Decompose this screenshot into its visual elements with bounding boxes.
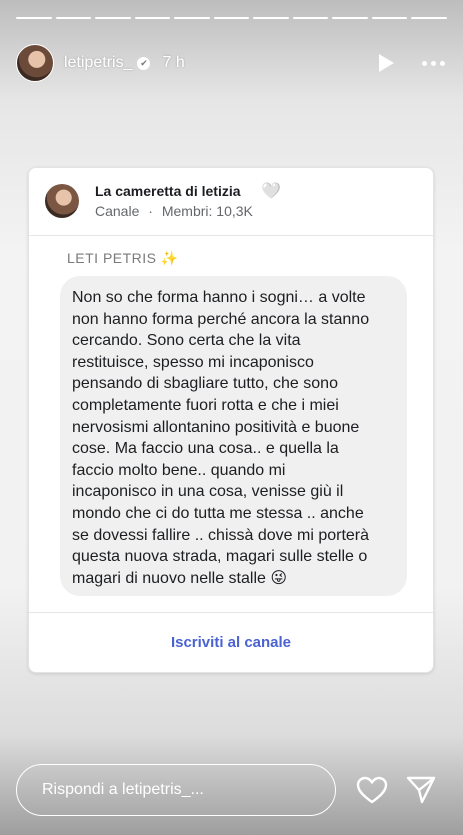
channel-title: La cameretta di letizia [95,183,241,199]
channel-post-card[interactable]: La cameretta di letizia 🤍 Canale · Membr… [28,167,434,673]
progress-segment [213,17,250,19]
progress-segment [253,17,289,19]
progress-segment [16,17,52,19]
meta-separator: · [148,203,153,219]
more-icon[interactable] [422,60,445,66]
progress-segment [371,17,408,19]
send-icon[interactable] [405,775,437,805]
channel-type: Canale [95,203,140,219]
verified-badge-icon: ✔ [137,56,151,70]
post-time: 7 h [162,54,185,71]
story-progress-bar [16,17,448,19]
progress-segment [292,17,329,19]
progress-segment [55,17,92,19]
channel-members: Membri: 10,3K [161,203,253,219]
story-header: letipetris_ ✔ 7 h [16,43,447,83]
profile-avatar[interactable] [16,44,54,82]
message-sender: LETI PETRIS ✨ [67,250,179,267]
message-text: Non so che forma hanno i sogni… a volte … [72,289,370,587]
progress-segment [95,17,131,19]
username[interactable]: letipetris_ [64,54,132,72]
heart-icon[interactable] [356,776,388,804]
divider [29,612,433,613]
divider [29,235,433,236]
white-heart-icon: 🤍 [261,183,281,200]
reply-placeholder: Rispondi a letipetris_... [42,781,204,798]
reply-input[interactable]: Rispondi a letipetris_... [16,764,336,816]
message-bubble: Non so che forma hanno i sogni… a volte … [60,276,407,596]
progress-segment [332,17,368,19]
progress-segment [134,17,171,19]
channel-meta: Canale · Membri: 10,3K [95,203,253,219]
sparkles-icon: ✨ [160,250,179,266]
channel-header: La cameretta di letizia 🤍 Canale · Membr… [45,183,417,223]
play-icon[interactable] [379,54,394,72]
progress-segment [174,17,210,19]
sender-name: LETI PETRIS [67,250,157,266]
progress-segment [411,17,448,19]
channel-avatar [45,184,79,218]
subscribe-channel-button[interactable]: Iscriviti al canale [29,634,433,651]
